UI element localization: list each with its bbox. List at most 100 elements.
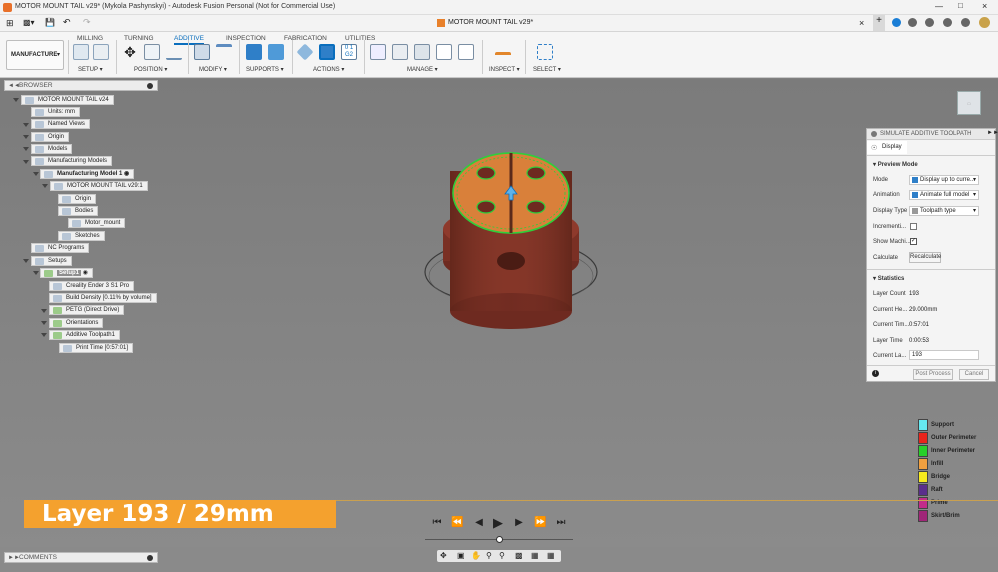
- eye-icon[interactable]: [35, 134, 44, 141]
- animation-dropdown[interactable]: Animate full model ▾: [909, 190, 979, 200]
- browser-node-origin[interactable]: Origin: [31, 132, 70, 142]
- browser-node-print-time[interactable]: Print Time [0:57:01]: [59, 343, 134, 353]
- comments-panel[interactable]: ►► COMMENTS: [4, 552, 158, 563]
- data-panel-icon[interactable]: [892, 18, 901, 27]
- expand-panel-icon[interactable]: ►►: [987, 130, 998, 136]
- machine-library-icon[interactable]: [414, 44, 430, 60]
- templates-icon[interactable]: [392, 44, 408, 60]
- measure-icon[interactable]: [495, 52, 511, 58]
- post-process-button[interactable]: Post Process: [913, 369, 953, 380]
- browser-node-origin-2[interactable]: Origin: [58, 194, 97, 204]
- eye-icon[interactable]: [44, 171, 53, 178]
- canvas-viewport[interactable]: □: [0, 79, 998, 547]
- browser-node-build-density[interactable]: Build Density [0.11% by volume]: [49, 293, 157, 303]
- expand-icon[interactable]: [33, 271, 39, 275]
- help-icon[interactable]: [961, 18, 970, 27]
- eye-icon[interactable]: [62, 208, 71, 215]
- document-tab[interactable]: MOTOR MOUNT TAIL v29*: [437, 18, 577, 30]
- preview-mode-heading[interactable]: ▾ Preview Mode: [873, 161, 918, 168]
- job-status-icon[interactable]: [908, 18, 917, 27]
- comments-pin-icon[interactable]: [147, 555, 153, 561]
- pattern-icon[interactable]: [216, 44, 232, 60]
- grid-menu-icon[interactable]: ⊞: [6, 18, 14, 29]
- modify-icon[interactable]: [194, 44, 210, 60]
- generate-icon[interactable]: [296, 43, 314, 61]
- display-type-dropdown[interactable]: Toolpath type ▾: [909, 206, 979, 216]
- zoom-icon[interactable]: ⚲: [486, 551, 492, 560]
- info-icon[interactable]: i: [872, 370, 879, 377]
- expand-icon[interactable]: [23, 147, 29, 151]
- redo-icon[interactable]: ↷: [83, 17, 91, 28]
- simulate-icon[interactable]: [319, 44, 335, 60]
- group-inspect[interactable]: INSPECT ▾: [489, 66, 520, 73]
- expand-icon[interactable]: [42, 184, 48, 188]
- eye-icon[interactable]: [62, 196, 71, 203]
- workspace-switcher[interactable]: MANUFACTURE ▾: [6, 40, 64, 70]
- bar-support-icon[interactable]: [268, 44, 284, 60]
- new-tab-icon[interactable]: +: [873, 15, 885, 31]
- browser-node-bodies[interactable]: Bodies: [58, 206, 99, 216]
- view-cube[interactable]: □: [957, 91, 981, 115]
- arrange-icon[interactable]: [144, 44, 160, 60]
- skip-to-end-icon[interactable]: ⏭: [555, 517, 567, 529]
- group-select[interactable]: SELECT ▾: [533, 66, 561, 73]
- viewports-icon[interactable]: ▦: [547, 551, 555, 560]
- recalculate-button[interactable]: Recalculate: [909, 252, 941, 263]
- radio-icon[interactable]: ◉: [83, 270, 88, 276]
- browser-node-units[interactable]: Units: mm: [31, 107, 80, 117]
- expand-icon[interactable]: [33, 172, 39, 176]
- supports-icon[interactable]: [246, 44, 262, 60]
- collapse-icon[interactable]: ◄◄: [8, 81, 20, 91]
- tab-utilities[interactable]: UTILITIES: [345, 35, 375, 42]
- step-forward-icon[interactable]: ▶: [513, 517, 525, 529]
- expand-icon[interactable]: [23, 259, 29, 263]
- cancel-button[interactable]: Cancel: [959, 369, 989, 380]
- browser-node-motor-mount[interactable]: Motor_mount: [68, 218, 126, 228]
- incremental-checkbox[interactable]: [910, 223, 917, 230]
- save-icon[interactable]: 💾: [45, 18, 55, 27]
- notifications-icon[interactable]: [943, 18, 952, 27]
- display-settings-icon[interactable]: ▩: [515, 551, 523, 560]
- skip-to-start-icon[interactable]: ⏮: [431, 517, 443, 529]
- expand-icon[interactable]: [13, 98, 19, 102]
- statistics-heading[interactable]: ▾ Statistics: [873, 275, 904, 282]
- expand-icon[interactable]: [23, 135, 29, 139]
- browser-node-manufacturing-models[interactable]: Manufacturing Models: [31, 156, 113, 166]
- browser-node-manufacturing-model-1[interactable]: Manufacturing Model 1 ◉: [40, 169, 135, 179]
- minimize-icon[interactable]: —: [935, 2, 943, 11]
- orbit-icon[interactable]: ✥: [440, 551, 447, 560]
- post-library-icon[interactable]: [436, 44, 452, 60]
- browser-header[interactable]: ◄◄ BROWSER: [4, 80, 158, 91]
- group-manage[interactable]: MANAGE ▾: [407, 66, 438, 73]
- radio-icon[interactable]: ◉: [124, 171, 129, 177]
- group-modify[interactable]: MODIFY ▾: [199, 66, 227, 73]
- eye-icon[interactable]: [25, 97, 34, 104]
- eye-icon[interactable]: [35, 146, 44, 153]
- tab-display[interactable]: ☉ Display: [867, 141, 907, 154]
- current-layer-input[interactable]: 193: [909, 350, 979, 360]
- show-machine-checkbox[interactable]: ✓: [910, 238, 917, 245]
- browser-node-setups[interactable]: Setups: [31, 256, 72, 266]
- maximize-icon[interactable]: □: [958, 1, 963, 10]
- look-at-icon[interactable]: ▣: [457, 551, 465, 560]
- tool-library-icon[interactable]: [370, 44, 386, 60]
- group-position[interactable]: POSITION ▾: [134, 66, 167, 73]
- slider-handle[interactable]: [496, 536, 503, 543]
- simulate-header[interactable]: SIMULATE ADDITIVE TOOLPATH ►►: [867, 129, 998, 140]
- new-setup-icon[interactable]: [73, 44, 89, 60]
- browser-pin-icon[interactable]: [147, 83, 153, 89]
- play-icon[interactable]: ▶: [492, 516, 504, 529]
- tab-milling[interactable]: MILLING: [77, 35, 103, 42]
- avatar[interactable]: [979, 17, 990, 28]
- undo-icon[interactable]: ↶: [63, 17, 71, 28]
- expand-icon[interactable]: [41, 309, 47, 313]
- group-actions[interactable]: ACTIONS ▾: [313, 66, 344, 73]
- browser-node-mmt-v29[interactable]: MOTOR MOUNT TAIL v29:1: [50, 181, 148, 191]
- browser-node-material[interactable]: PETG (Direct Drive): [49, 305, 125, 315]
- post-process-icon[interactable]: 0 1 G2: [341, 44, 357, 60]
- extensions-icon[interactable]: [925, 18, 934, 27]
- expand-icon[interactable]: [23, 123, 29, 127]
- browser-node-printer[interactable]: Creality Ender 3 S1 Pro: [49, 281, 135, 291]
- fit-icon[interactable]: ⚲: [499, 551, 505, 560]
- place-on-platform-icon[interactable]: [166, 44, 182, 60]
